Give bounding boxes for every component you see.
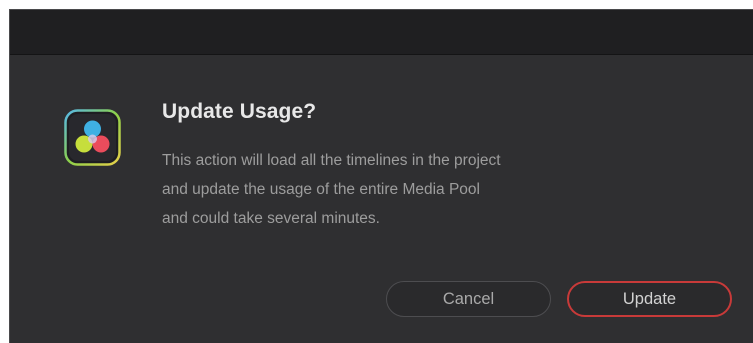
update-usage-dialog: Update Usage? This action will load all … xyxy=(9,9,753,343)
message-line: This action will load all the timelines … xyxy=(162,152,501,169)
message-line: and could take several minutes. xyxy=(162,210,380,227)
dialog-message: This action will load all the timelines … xyxy=(162,146,501,233)
dialog-titlebar[interactable] xyxy=(10,10,753,55)
davinci-resolve-icon xyxy=(64,109,121,166)
cancel-button[interactable]: Cancel xyxy=(386,281,551,317)
update-button[interactable]: Update xyxy=(567,281,732,317)
message-line: and update the usage of the entire Media… xyxy=(162,181,480,198)
dialog-title: Update Usage? xyxy=(162,100,317,123)
